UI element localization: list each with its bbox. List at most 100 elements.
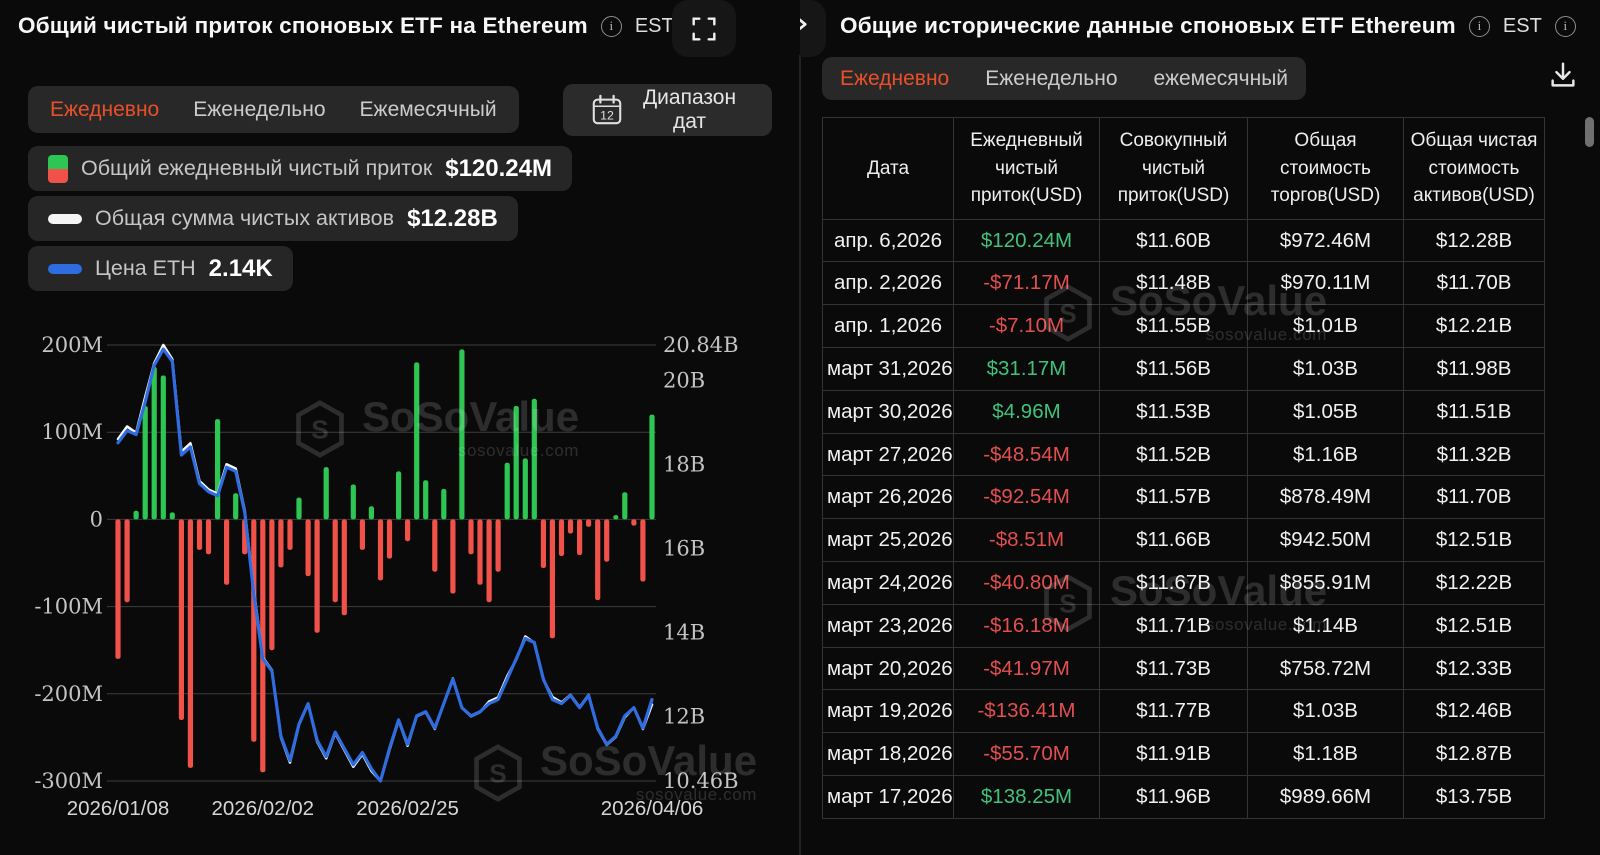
table-row[interactable]: март 18,2026-$55.70M$11.91B$1.18B$12.87B <box>823 733 1545 776</box>
table-row[interactable]: март 27,2026-$48.54M$11.52B$1.16B$11.32B <box>823 433 1545 476</box>
inflow-bar[interactable] <box>450 519 455 593</box>
tab-daily[interactable]: Ежедневно <box>50 98 159 122</box>
inflow-bar[interactable] <box>559 519 564 556</box>
inflow-bar[interactable] <box>505 463 510 520</box>
inflow-bar[interactable] <box>387 519 392 558</box>
table-row[interactable]: март 31,2026$31.17M$11.56B$1.03B$11.98B <box>823 348 1545 391</box>
inflow-bar[interactable] <box>468 519 473 554</box>
info-icon[interactable]: i <box>1555 16 1576 37</box>
inflow-bar[interactable] <box>360 519 365 550</box>
info-icon[interactable]: i <box>601 16 622 37</box>
inflow-bar[interactable] <box>224 519 229 584</box>
date-range-button[interactable]: 12 Диапазон дат <box>563 84 772 136</box>
date-cell: март 24,2026 <box>823 562 954 605</box>
inflow-bar[interactable] <box>604 519 609 561</box>
share-button[interactable] <box>800 0 826 57</box>
inflow-bar[interactable] <box>351 485 356 520</box>
tab-monthly[interactable]: Ежемесячный <box>360 98 497 122</box>
blue-line-icon <box>48 264 82 274</box>
inflow-bar[interactable] <box>378 519 383 580</box>
table-row[interactable]: март 20,2026-$41.97M$11.73B$758.72M$12.3… <box>823 647 1545 690</box>
inflow-bar[interactable] <box>613 515 618 519</box>
inflow-bar[interactable] <box>206 519 211 554</box>
legend-eth-price[interactable]: Цена ETH 2.14K <box>28 246 293 291</box>
inflow-bar[interactable] <box>324 467 329 519</box>
table-row[interactable]: март 23,2026-$16.18M$11.71B$1.14B$12.51B <box>823 604 1545 647</box>
inflow-bar[interactable] <box>595 519 600 600</box>
legend-daily-inflow[interactable]: Общий ежедневный чистый приток $120.24M <box>28 146 572 191</box>
inflow-bar[interactable] <box>631 519 636 525</box>
cumulative-inflow-cell: $11.53B <box>1100 390 1248 433</box>
inflow-bar[interactable] <box>269 519 274 650</box>
inflow-bar[interactable] <box>586 519 591 526</box>
inflow-bar[interactable] <box>423 480 428 519</box>
daily-inflow-cell: -$8.51M <box>954 519 1100 562</box>
inflow-bar[interactable] <box>577 519 582 555</box>
inflow-bar[interactable] <box>315 519 320 632</box>
table-row[interactable]: апр. 1,2026-$7.10M$11.55B$1.01B$12.21B <box>823 305 1545 348</box>
inflow-bar[interactable] <box>487 519 492 602</box>
tab-daily[interactable]: Ежедневно <box>840 67 949 91</box>
inflow-bar[interactable] <box>496 519 501 571</box>
table-scrollbar-thumb[interactable] <box>1585 117 1594 147</box>
inflow-bar[interactable] <box>296 498 301 520</box>
inflow-bar[interactable] <box>541 519 546 568</box>
inflow-bar[interactable] <box>405 519 410 541</box>
table-row[interactable]: март 19,2026-$136.41M$11.77B$1.03B$12.46… <box>823 690 1545 733</box>
inflow-bar[interactable] <box>115 519 120 659</box>
table-row[interactable]: апр. 6,2026$120.24M$11.60B$972.46M$12.28… <box>823 219 1545 262</box>
tab-monthly[interactable]: ежемесячный <box>1154 67 1289 91</box>
net-assets-cell: $12.21B <box>1404 305 1545 348</box>
inflow-bar[interactable] <box>306 519 311 576</box>
download-button[interactable] <box>1542 54 1584 96</box>
inflow-bar[interactable] <box>432 519 437 571</box>
etf-inflow-chart[interactable]: 200M100M0-100M-200M-300M20.84B20B18B16B1… <box>0 330 800 840</box>
inflow-bar[interactable] <box>568 519 573 533</box>
info-icon[interactable]: i <box>1469 16 1490 37</box>
table-row[interactable]: март 26,2026-$92.54M$11.57B$878.49M$11.7… <box>823 476 1545 519</box>
fullscreen-button[interactable] <box>672 0 736 57</box>
inflow-bar[interactable] <box>278 519 283 567</box>
inflow-bar[interactable] <box>251 519 256 741</box>
left-panel-header: Общий чистый приток споновых ETF на Ethe… <box>18 13 708 39</box>
date-cell: март 26,2026 <box>823 476 954 519</box>
table-row[interactable]: апр. 2,2026-$71.17M$11.48B$970.11M$11.70… <box>823 262 1545 305</box>
inflow-bar[interactable] <box>640 519 645 581</box>
inflow-bar[interactable] <box>143 406 148 519</box>
inflow-bar[interactable] <box>287 519 292 550</box>
table-row[interactable]: март 17,2026$138.25M$11.96B$989.66M$13.7… <box>823 776 1545 819</box>
inflow-bar[interactable] <box>459 349 464 519</box>
tab-weekly[interactable]: Еженедельно <box>985 67 1117 91</box>
inflow-bar[interactable] <box>233 493 238 519</box>
inflow-bar[interactable] <box>152 367 157 520</box>
tab-weekly[interactable]: Еженедельно <box>193 98 325 122</box>
inflow-bar[interactable] <box>170 512 175 519</box>
inflow-bar[interactable] <box>342 519 347 615</box>
legend-net-assets[interactable]: Общая сумма чистых активов $12.28B <box>28 196 518 241</box>
inflow-bar[interactable] <box>215 419 220 519</box>
table-row[interactable]: март 24,2026-$40.80M$11.67B$855.91M$12.2… <box>823 562 1545 605</box>
inflow-bar[interactable] <box>532 399 537 520</box>
inflow-bar[interactable] <box>649 415 654 520</box>
daily-inflow-cell: $138.25M <box>954 776 1100 819</box>
inflow-bar[interactable] <box>441 489 446 520</box>
inflow-bar[interactable] <box>134 511 139 520</box>
inflow-bar[interactable] <box>414 362 419 519</box>
inflow-bar[interactable] <box>197 519 202 550</box>
right-axis-tick: 20.84B <box>663 333 739 357</box>
inflow-bar[interactable] <box>514 406 519 519</box>
inflow-bar[interactable] <box>125 519 130 602</box>
inflow-bar[interactable] <box>396 471 401 519</box>
inflow-bar[interactable] <box>333 519 338 602</box>
inflow-bar[interactable] <box>550 519 555 638</box>
inflow-bar[interactable] <box>477 519 482 584</box>
table-row[interactable]: март 25,2026-$8.51M$11.66B$942.50M$12.51… <box>823 519 1545 562</box>
inflow-bar[interactable] <box>179 519 184 720</box>
inflow-bar[interactable] <box>622 492 627 519</box>
inflow-bar[interactable] <box>523 458 528 519</box>
inflow-bar[interactable] <box>369 506 374 519</box>
table-row[interactable]: март 30,2026$4.96M$11.53B$1.05B$11.51B <box>823 390 1545 433</box>
daily-inflow-cell: -$41.97M <box>954 647 1100 690</box>
inflow-bar[interactable] <box>161 376 166 520</box>
inflow-bar[interactable] <box>188 519 193 768</box>
